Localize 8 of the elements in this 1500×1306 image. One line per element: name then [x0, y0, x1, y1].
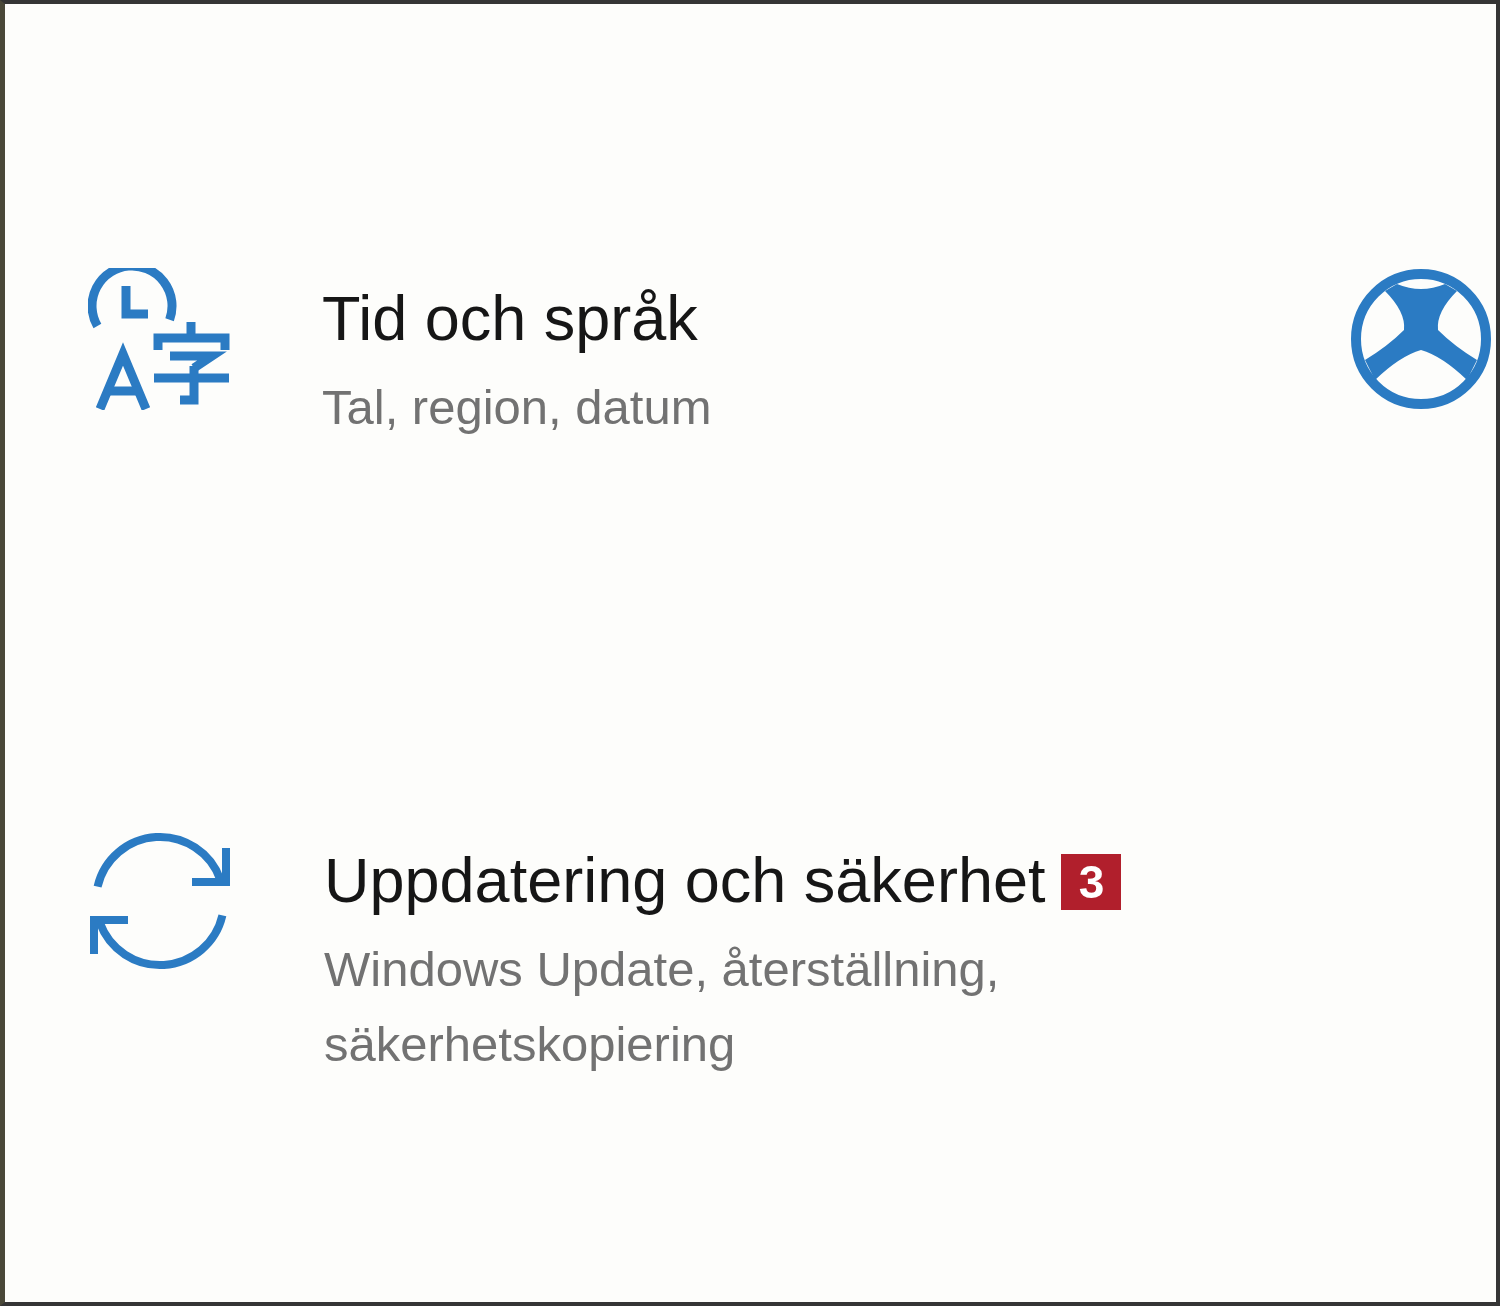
refresh-icon: [88, 830, 232, 972]
category-description: Windows Update, återställning, säkerhetskopiering: [324, 941, 1001, 1073]
clock-language-icon: [88, 268, 230, 410]
category-title[interactable]: Tid och språk: [322, 282, 698, 354]
count-badge: 3: [1061, 854, 1122, 910]
category-title[interactable]: Uppdatering och säkerhet: [324, 844, 1046, 916]
x-circle-icon: [1350, 268, 1492, 410]
category-description: Tal, region, datum: [322, 379, 712, 436]
